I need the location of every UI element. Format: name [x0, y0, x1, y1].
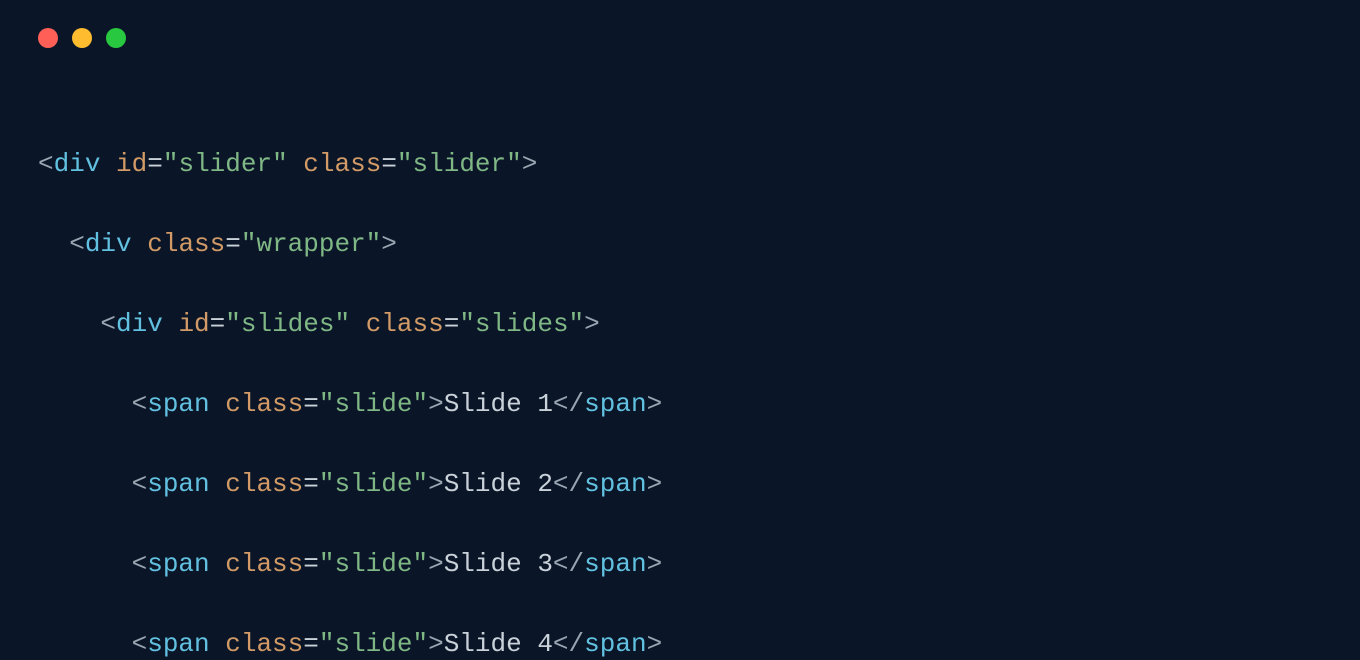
punct-gt: > [647, 469, 663, 499]
punct-eq: = [303, 629, 319, 659]
attr-class: class [147, 229, 225, 259]
punct-gt: > [584, 309, 600, 339]
punct-eq: = [303, 549, 319, 579]
code-window: <div id="slider" class="slider"> <div cl… [0, 0, 1360, 660]
code-line: <div id="slides" class="slides"> [38, 304, 1322, 344]
tag-div: div [85, 229, 132, 259]
punct-eq: = [303, 389, 319, 419]
text-slide1: Slide 1 [444, 389, 553, 419]
string-slides-id: "slides" [225, 309, 350, 339]
punct-lt: < [132, 549, 148, 579]
punct-eq: = [303, 469, 319, 499]
attr-id: id [178, 309, 209, 339]
attr-class: class [225, 469, 303, 499]
attr-class: class [225, 389, 303, 419]
punct-lt-slash: </ [553, 549, 584, 579]
attr-class: class [225, 629, 303, 659]
string-slides-class: "slides" [459, 309, 584, 339]
string-slider-class: "slider" [397, 149, 522, 179]
code-line: <span class="slide">Slide 1</span> [38, 384, 1322, 424]
string-slider-id: "slider" [163, 149, 288, 179]
code-line: <span class="slide">Slide 4</span> [38, 624, 1322, 660]
zoom-icon[interactable] [106, 28, 126, 48]
punct-lt-slash: </ [553, 629, 584, 659]
punct-gt: > [428, 549, 444, 579]
attr-id: id [116, 149, 147, 179]
minimize-icon[interactable] [72, 28, 92, 48]
tag-span: span [147, 469, 209, 499]
tag-span: span [147, 629, 209, 659]
punct-gt: > [522, 149, 538, 179]
punct-lt-slash: </ [553, 469, 584, 499]
titlebar [0, 0, 1360, 48]
punct-eq: = [444, 309, 460, 339]
punct-gt: > [428, 469, 444, 499]
string-slide: "slide" [319, 469, 428, 499]
attr-class: class [303, 149, 381, 179]
close-icon[interactable] [38, 28, 58, 48]
code-line: <div class="wrapper"> [38, 224, 1322, 264]
string-slide: "slide" [319, 629, 428, 659]
punct-gt: > [428, 389, 444, 419]
punct-eq: = [225, 229, 241, 259]
tag-span: span [147, 389, 209, 419]
punct-eq: = [210, 309, 226, 339]
punct-lt: < [132, 389, 148, 419]
punct-gt: > [647, 389, 663, 419]
tag-span: span [147, 549, 209, 579]
text-slide2: Slide 2 [444, 469, 553, 499]
punct-gt: > [428, 629, 444, 659]
punct-lt: < [69, 229, 85, 259]
punct-gt: > [647, 629, 663, 659]
tag-span: span [584, 389, 646, 419]
string-slide: "slide" [319, 389, 428, 419]
text-slide3: Slide 3 [444, 549, 553, 579]
punct-lt: < [38, 149, 54, 179]
string-slide: "slide" [319, 549, 428, 579]
punct-gt: > [381, 229, 397, 259]
punct-lt-slash: </ [553, 389, 584, 419]
string-wrapper: "wrapper" [241, 229, 381, 259]
punct-lt: < [132, 469, 148, 499]
tag-span: span [584, 549, 646, 579]
punct-lt: < [132, 629, 148, 659]
tag-span: span [584, 629, 646, 659]
punct-lt: < [100, 309, 116, 339]
punct-eq: = [147, 149, 163, 179]
code-line: <span class="slide">Slide 2</span> [38, 464, 1322, 504]
code-block: <div id="slider" class="slider"> <div cl… [0, 48, 1360, 660]
tag-div: div [116, 309, 163, 339]
code-line: <div id="slider" class="slider"> [38, 144, 1322, 184]
code-line: <span class="slide">Slide 3</span> [38, 544, 1322, 584]
punct-eq: = [381, 149, 397, 179]
text-slide4: Slide 4 [444, 629, 553, 659]
attr-class: class [225, 549, 303, 579]
punct-gt: > [647, 549, 663, 579]
tag-div: div [54, 149, 101, 179]
tag-span: span [584, 469, 646, 499]
attr-class: class [366, 309, 444, 339]
